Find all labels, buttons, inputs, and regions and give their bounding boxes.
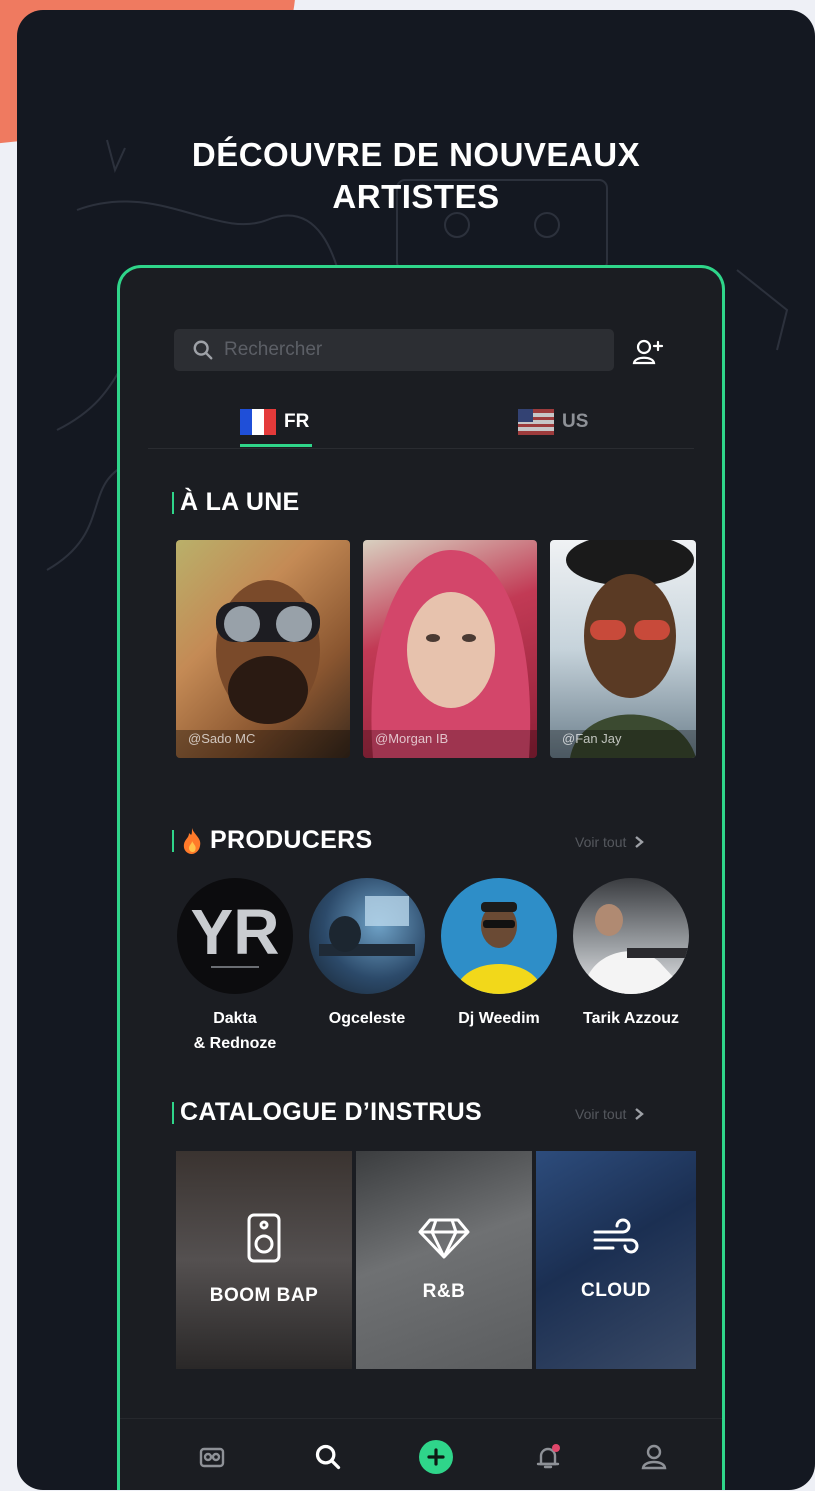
nav-notifications[interactable] bbox=[528, 1437, 568, 1477]
producer-avatar: YR bbox=[177, 878, 293, 994]
producer-avatar bbox=[573, 878, 689, 994]
genre-label: CLOUD bbox=[580, 1280, 652, 1301]
artist-photo bbox=[550, 540, 696, 758]
fire-icon bbox=[183, 827, 201, 854]
artist-photo bbox=[363, 550, 537, 758]
featured-artist-card[interactable]: @Sado MC bbox=[176, 540, 350, 758]
nav-search[interactable] bbox=[308, 1437, 348, 1477]
tab-us-label: US bbox=[562, 411, 589, 432]
catalogue-section-title: CATALOGUE D’INSTRUS bbox=[172, 1098, 482, 1127]
bottom-navigation bbox=[120, 1418, 722, 1490]
diamond-icon bbox=[418, 1218, 470, 1259]
artist-handle: @Morgan IB bbox=[375, 731, 449, 746]
producer-item[interactable]: Ogceleste bbox=[307, 878, 427, 1031]
genre-card-rnb[interactable]: R&B bbox=[356, 1151, 532, 1369]
active-tab-indicator bbox=[240, 444, 312, 447]
wind-icon bbox=[593, 1218, 639, 1254]
producer-avatar bbox=[309, 878, 425, 994]
promo-card: DÉCOUVRE DE NOUVEAUX ARTISTES Rechercher… bbox=[17, 10, 815, 1490]
add-icon bbox=[419, 1440, 453, 1474]
speaker-icon bbox=[247, 1213, 281, 1263]
producers-section-title: PRODUCERS bbox=[172, 826, 372, 855]
producer-item[interactable]: Tarik Azzouz bbox=[571, 878, 691, 1031]
tab-fr-label: FR bbox=[284, 411, 310, 432]
section-marker bbox=[172, 1101, 174, 1124]
france-flag-icon bbox=[240, 409, 276, 435]
chevron-right-icon bbox=[635, 1108, 645, 1120]
phone-mockup: Rechercher FR US À LA UNE @Sado MC @Morg… bbox=[117, 265, 725, 1490]
section-marker bbox=[172, 829, 174, 852]
genre-label: BOOM BAP bbox=[209, 1285, 319, 1306]
tab-us[interactable]: US bbox=[518, 398, 588, 446]
artist-handle: @Fan Jay bbox=[562, 731, 622, 746]
featured-title-text: À LA UNE bbox=[180, 488, 300, 516]
yr-logo: YR bbox=[191, 896, 280, 968]
featured-section-title: À LA UNE bbox=[172, 488, 300, 517]
featured-artist-card[interactable]: @Morgan IB bbox=[363, 540, 537, 758]
us-flag-icon bbox=[518, 409, 554, 435]
country-tabs: FR US bbox=[148, 398, 694, 449]
headline-line-2: ARTISTES bbox=[332, 178, 500, 215]
artist-photo bbox=[176, 580, 350, 758]
tab-fr[interactable]: FR bbox=[240, 398, 309, 446]
producer-name: Ogceleste bbox=[328, 1010, 406, 1027]
see-all-label: Voir tout bbox=[575, 1106, 627, 1122]
producer-item[interactable]: Dj Weedim bbox=[439, 878, 559, 1031]
genre-label: R&B bbox=[422, 1281, 466, 1302]
notification-icon bbox=[536, 1444, 560, 1469]
genre-card-boom-bap[interactable]: BOOM BAP bbox=[176, 1151, 352, 1369]
producer-name: Dakta & Rednoze bbox=[193, 1010, 277, 1052]
producer-item[interactable]: YR Dakta & Rednoze bbox=[175, 878, 295, 1056]
producer-name: Dj Weedim bbox=[458, 1010, 540, 1027]
featured-artist-card[interactable]: @Fan Jay bbox=[550, 540, 696, 758]
cassette-icon bbox=[199, 1447, 225, 1468]
profile-icon bbox=[641, 1444, 667, 1470]
nav-add[interactable] bbox=[416, 1437, 456, 1477]
svg-text:YR: YR bbox=[191, 896, 280, 968]
catalogue-title-text: CATALOGUE D’INSTRUS bbox=[180, 1098, 482, 1126]
search-icon bbox=[315, 1444, 341, 1470]
chevron-right-icon bbox=[635, 836, 645, 848]
see-all-label: Voir tout bbox=[575, 834, 627, 850]
headline: DÉCOUVRE DE NOUVEAUX ARTISTES bbox=[17, 134, 815, 218]
nav-profile[interactable] bbox=[634, 1437, 674, 1477]
catalogue-see-all[interactable]: Voir tout bbox=[575, 1106, 645, 1122]
artist-handle: @Sado MC bbox=[188, 731, 256, 746]
producers-see-all[interactable]: Voir tout bbox=[575, 834, 645, 850]
section-marker bbox=[172, 491, 174, 514]
nav-cassette[interactable] bbox=[192, 1437, 232, 1477]
producer-avatar bbox=[441, 878, 557, 994]
genre-card-cloud[interactable]: CLOUD bbox=[536, 1151, 696, 1369]
search-bar[interactable]: Rechercher bbox=[174, 329, 614, 371]
producers-title-text: PRODUCERS bbox=[210, 826, 373, 854]
search-icon bbox=[193, 340, 213, 360]
headline-line-1: DÉCOUVRE DE NOUVEAUX bbox=[191, 136, 641, 173]
search-placeholder: Rechercher bbox=[224, 339, 323, 360]
producer-name: Tarik Azzouz bbox=[582, 1010, 679, 1027]
add-friend-icon[interactable] bbox=[632, 338, 664, 366]
